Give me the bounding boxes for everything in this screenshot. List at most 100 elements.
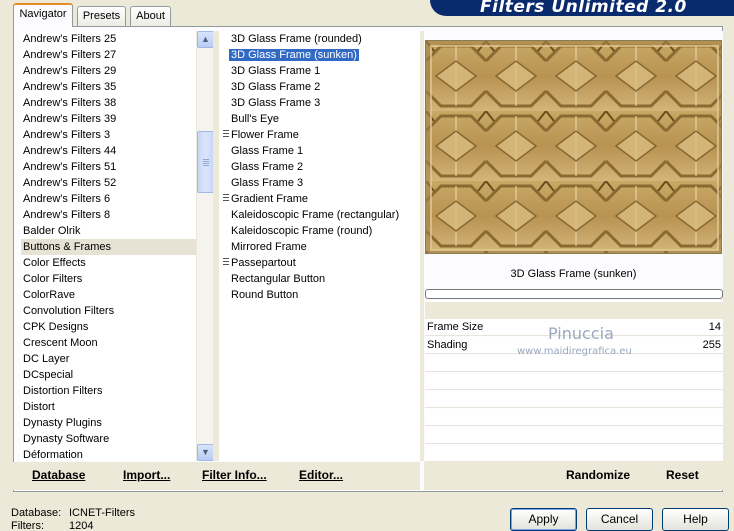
tab-about[interactable]: About [130,6,171,26]
category-item[interactable]: ColorRave [21,287,196,303]
category-item[interactable]: Dynasty Software [21,431,196,447]
filter-label: Glass Frame 1 [231,145,304,157]
cancel-button[interactable]: Cancel [586,508,653,531]
filter-label: Kaleidoscopic Frame (round) [231,225,373,237]
help-button[interactable]: Help [662,508,729,531]
tab-navigator[interactable]: Navigator [13,3,73,27]
import-button[interactable]: Import... [123,468,170,482]
watermark-site: www.maidiregrafica.eu [517,346,632,357]
category-item[interactable]: Andrew's Filters 52 [21,175,196,191]
category-list[interactable]: Andrew's Filters 25 Andrew's Filters 27 An… [21,31,196,461]
tab-label: Navigator [19,8,67,20]
category-item[interactable]: Convolution Filters [21,303,196,319]
filter-item[interactable]: Flower Frame [221,127,420,143]
filter-item[interactable]: Mirrored Frame [229,239,420,255]
filter-item[interactable]: Round Button [229,287,420,303]
param-value[interactable]: 14 [709,321,721,333]
filter-item[interactable]: Bull's Eye [229,111,420,127]
category-item[interactable]: CPK Designs [21,319,196,335]
editor-button[interactable]: Editor... [299,468,343,482]
filter-label: Flower Frame [231,129,299,141]
category-item[interactable]: Color Filters [21,271,196,287]
tab-presets[interactable]: Presets [77,6,126,26]
filter-item[interactable]: Kaleidoscopic Frame (round) [229,223,420,239]
filter-label: Mirrored Frame [231,241,307,253]
param-row-empty [425,391,723,408]
category-item[interactable]: DCspecial [21,367,196,383]
filter-item[interactable]: Glass Frame 2 [229,159,420,175]
reset-button[interactable]: Reset [666,468,699,482]
category-item[interactable]: Andrew's Filters 38 [21,95,196,111]
param-row-empty [425,355,723,372]
filter-list[interactable]: 3D Glass Frame (rounded) 3D Glass Frame (… [219,31,420,461]
scroll-up-button[interactable]: ▲ [197,31,214,48]
filter-item[interactable]: Kaleidoscopic Frame (rectangular) [229,207,420,223]
filter-label: 3D Glass Frame (sunken) [228,48,360,62]
filter-item[interactable]: 3D Glass Frame 3 [229,95,420,111]
banner-title: Filters Unlimited 2.0 [480,0,687,16]
param-name: Shading [427,339,468,351]
param-row-empty [425,445,723,462]
grip-icon [223,130,229,139]
filter-item[interactable]: 3D Glass Frame 2 [229,79,420,95]
status-database-value: ICNET-Filters [69,507,135,519]
category-item[interactable]: Andrew's Filters 44 [21,143,196,159]
category-item[interactable]: Déformation [21,447,196,461]
category-item[interactable]: Andrew's Filters 27 [21,47,196,63]
param-row-empty [425,373,723,390]
category-item[interactable]: Andrew's Filters 39 [21,111,196,127]
grip-icon [223,194,229,203]
title-banner: Filters Unlimited 2.0 [430,0,734,16]
filter-info-button[interactable]: Filter Info... [202,468,267,482]
category-item[interactable]: Andrew's Filters 35 [21,79,196,95]
category-item[interactable]: Distortion Filters [21,383,196,399]
randomize-button[interactable]: Randomize [566,468,630,482]
scroll-thumb[interactable] [197,131,214,193]
apply-button[interactable]: Apply [510,508,577,531]
filter-item[interactable]: Passepartout [221,255,420,271]
scroll-down-button[interactable]: ▼ [197,444,214,461]
category-scrollbar[interactable]: ▲ ▼ [196,31,214,461]
preview-pattern [426,41,721,253]
category-item[interactable]: Buttons & Frames [21,239,196,255]
param-row-empty [425,427,723,444]
category-item[interactable]: Andrew's Filters 51 [21,159,196,175]
filter-item[interactable]: Glass Frame 1 [229,143,420,159]
category-item[interactable]: Distort [21,399,196,415]
status-filters-label: Filters: [11,520,44,531]
param-name: Frame Size [427,321,484,333]
filter-label: Bull's Eye [231,113,279,125]
category-item[interactable]: Andrew's Filters 3 [21,127,196,143]
category-item[interactable]: Andrew's Filters 6 [21,191,196,207]
filter-label: 3D Glass Frame 2 [231,81,321,93]
grip-icon [223,258,229,267]
category-item[interactable]: Andrew's Filters 29 [21,63,196,79]
status-filters-value: 1204 [69,520,94,531]
category-item[interactable]: Balder Olrik [21,223,196,239]
param-row-empty [425,409,723,426]
category-item[interactable]: Color Effects [21,255,196,271]
filter-label: 3D Glass Frame (rounded) [231,33,362,45]
watermark-name: Pinuccia [548,324,614,343]
category-item[interactable]: Andrew's Filters 25 [21,31,196,47]
filter-item[interactable]: Glass Frame 3 [229,175,420,191]
filter-item[interactable]: Gradient Frame [221,191,420,207]
filter-label: Round Button [231,289,299,301]
filter-label: Gradient Frame [231,193,309,205]
filter-item[interactable]: 3D Glass Frame (rounded) [229,31,420,47]
category-item[interactable]: Crescent Moon [21,335,196,351]
category-item[interactable]: Dynasty Plugins [21,415,196,431]
tab-label: Presets [82,10,121,22]
filter-label: Glass Frame 2 [231,161,304,173]
filter-item[interactable]: Rectangular Button [229,271,420,287]
database-button[interactable]: Database [32,468,85,482]
category-item[interactable]: DC Layer [21,351,196,367]
filter-item[interactable]: 3D Glass Frame (sunken) [228,47,420,63]
param-value[interactable]: 255 [703,339,721,351]
preview-title: 3D Glass Frame (sunken) [510,268,637,280]
filter-item[interactable]: 3D Glass Frame 1 [229,63,420,79]
filter-label: Rectangular Button [231,273,326,285]
tab-label: About [136,10,165,22]
category-item[interactable]: Andrew's Filters 8 [21,207,196,223]
preview-image [425,40,722,254]
